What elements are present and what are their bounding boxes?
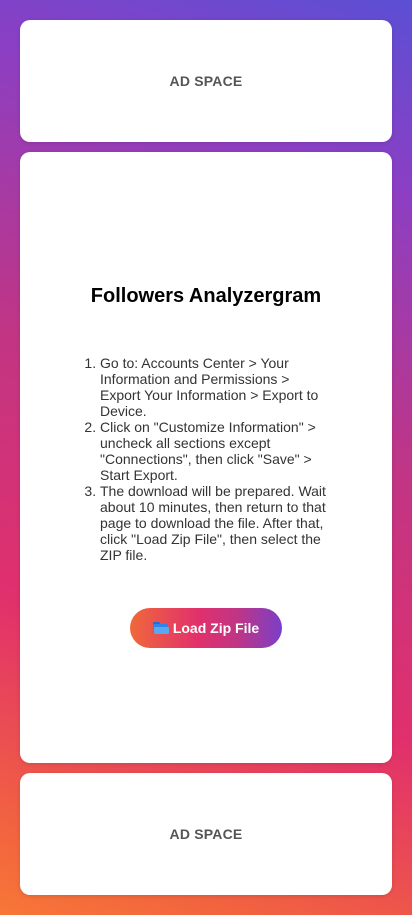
ad-space-top: AD SPACE — [20, 20, 392, 142]
page-title: Followers Analyzergram — [90, 285, 322, 307]
step-item: Click on "Customize Information" > unche… — [100, 419, 330, 483]
step-item: Go to: Accounts Center > Your Informatio… — [100, 355, 330, 419]
load-zip-file-button[interactable]: Load Zip File — [130, 608, 282, 648]
folder-icon — [152, 622, 169, 634]
ad-space-label: AD SPACE — [169, 73, 243, 89]
ad-space-label: AD SPACE — [169, 826, 243, 842]
ad-space-bottom: AD SPACE — [20, 773, 392, 895]
step-item: The download will be prepared. Wait abou… — [100, 483, 330, 563]
instruction-steps: Go to: Accounts Center > Your Informatio… — [100, 355, 330, 563]
load-zip-file-label: Load Zip File — [172, 620, 260, 636]
main-card: Followers Analyzergram Go to: Accounts C… — [20, 152, 392, 763]
